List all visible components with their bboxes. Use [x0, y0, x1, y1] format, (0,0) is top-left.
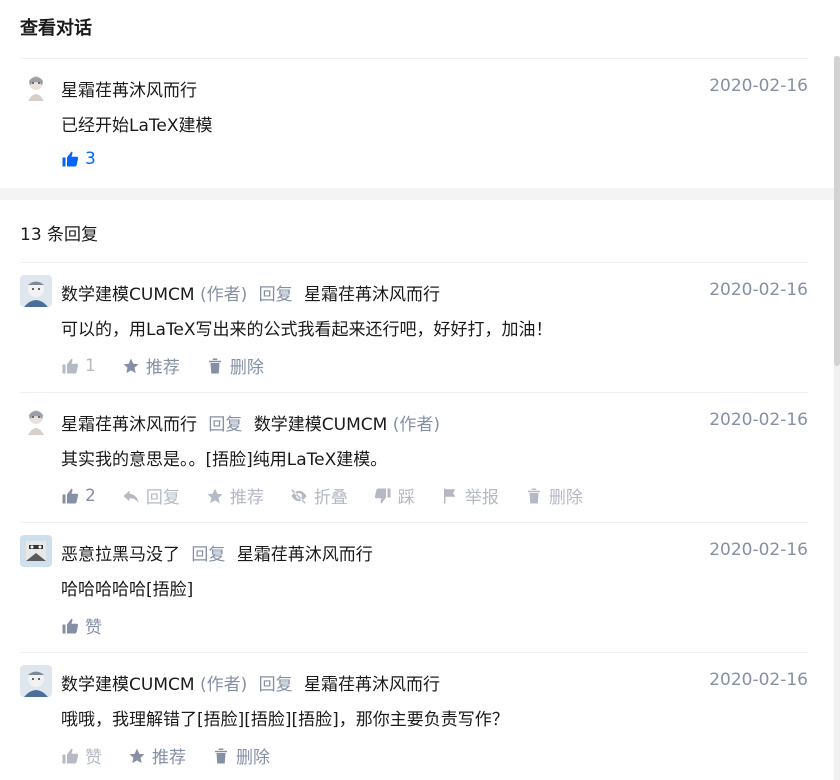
- collapse-button[interactable]: 折叠: [290, 483, 348, 508]
- recommend-label: 推荐: [152, 748, 186, 768]
- reply-arrow-icon: [123, 490, 139, 503]
- flag-icon: [443, 488, 456, 503]
- comment-content: 其实我的意思是。。[捂脸]纯用LaTeX建模。: [61, 450, 388, 470]
- delete-button[interactable]: 删除: [206, 353, 264, 378]
- report-button[interactable]: 举报: [441, 483, 499, 508]
- reply-item: 数学建模CUMCM (作者) 回复 星霜荏苒沐风而行 2020-02-16 哦哦…: [20, 652, 808, 780]
- comment-date: 2020-02-16: [709, 670, 808, 690]
- reply-label: 回复: [145, 488, 180, 508]
- star-icon: [207, 488, 223, 503]
- author-name[interactable]: 星霜荏苒沐风而行: [61, 81, 197, 101]
- recommend-label: 推荐: [229, 488, 264, 508]
- dislike-button[interactable]: 踩: [374, 483, 415, 508]
- star-icon: [129, 748, 145, 763]
- reply-target-name[interactable]: 星霜荏苒沐风而行: [304, 285, 440, 305]
- delete-label: 删除: [236, 748, 270, 768]
- author-tag: (作者): [199, 285, 248, 305]
- comment-date: 2020-02-16: [709, 76, 808, 96]
- author-name[interactable]: 数学建模CUMCM: [61, 285, 195, 305]
- delete-label: 删除: [229, 358, 264, 378]
- reply-target-name[interactable]: 数学建模CUMCM: [254, 415, 388, 435]
- eye-off-icon: [291, 488, 307, 504]
- thumbs-up-icon: [62, 618, 79, 633]
- reply-target-name[interactable]: 星霜荏苒沐风而行: [304, 675, 440, 695]
- like-count: 3: [85, 149, 96, 169]
- like-label: 赞: [85, 748, 102, 768]
- author-name[interactable]: 星霜荏苒沐风而行: [61, 415, 197, 435]
- replies-count-title: 13 条回复: [20, 225, 99, 245]
- author-tag: (作者): [392, 415, 441, 435]
- reply-to-label: 回复: [258, 675, 293, 695]
- reply-to-label: 回复: [258, 285, 293, 305]
- like-button[interactable]: 赞: [61, 613, 102, 638]
- delete-label: 删除: [548, 488, 583, 508]
- recommend-button[interactable]: 推荐: [206, 483, 264, 508]
- reply-to-label: 回复: [208, 415, 243, 435]
- reply-target-name[interactable]: 星霜荏苒沐风而行: [237, 545, 373, 565]
- scrollbar-thumb[interactable]: [834, 56, 840, 366]
- like-label: 赞: [85, 618, 102, 638]
- thumbs-up-icon: [62, 488, 79, 503]
- comment-date: 2020-02-16: [709, 540, 808, 560]
- avatar[interactable]: [20, 71, 52, 103]
- reply-item: 星霜荏苒沐风而行 回复 数学建模CUMCM (作者) 2020-02-16 其实…: [20, 392, 808, 522]
- page-title: 查看对话: [20, 18, 92, 39]
- delete-button[interactable]: 删除: [212, 743, 270, 768]
- like-count: 1: [85, 355, 96, 376]
- thumbs-up-icon: [62, 358, 79, 373]
- recommend-button[interactable]: 推荐: [128, 743, 186, 768]
- reply-item: 恶意拉黑马没了 回复 星霜荏苒沐风而行 2020-02-16 哈哈哈哈哈[捂脸]…: [20, 522, 808, 652]
- avatar[interactable]: [20, 535, 52, 567]
- recommend-button[interactable]: 推荐: [122, 353, 180, 378]
- avatar[interactable]: [20, 405, 52, 437]
- comment-date: 2020-02-16: [709, 410, 808, 430]
- reply-button[interactable]: 回复: [122, 483, 180, 508]
- author-name[interactable]: 数学建模CUMCM: [61, 675, 195, 695]
- comment-content: 哦哦，我理解错了[捂脸][捂脸][捂脸]，那你主要负责写作？: [61, 710, 509, 730]
- delete-button[interactable]: 删除: [525, 483, 583, 508]
- like-button[interactable]: 3: [61, 149, 96, 169]
- trash-icon: [208, 358, 221, 373]
- like-count: 2: [85, 485, 96, 506]
- avatar[interactable]: [20, 275, 52, 307]
- author-name[interactable]: 恶意拉黑马没了: [61, 545, 180, 565]
- comment-content: 可以的，用LaTeX写出来的公式我看起来还行吧，好好打，加油！: [61, 320, 553, 340]
- reply-item: 数学建模CUMCM (作者) 回复 星霜荏苒沐风而行 2020-02-16 可以…: [20, 262, 808, 392]
- trash-icon: [215, 748, 227, 763]
- star-icon: [123, 358, 139, 373]
- author-tag: (作者): [199, 675, 248, 695]
- dislike-label: 踩: [397, 488, 415, 508]
- comment-content: 已经开始LaTeX建模: [61, 116, 213, 136]
- avatar[interactable]: [20, 665, 52, 697]
- main-comment: 星霜荏苒沐风而行 2020-02-16 已经开始LaTeX建模 3: [20, 58, 808, 188]
- like-button[interactable]: 赞: [61, 743, 102, 768]
- like-button[interactable]: 2: [61, 486, 96, 506]
- collapse-label: 折叠: [313, 488, 348, 508]
- thumbs-up-icon: [62, 748, 79, 763]
- recommend-label: 推荐: [145, 358, 180, 378]
- thumbs-down-icon: [374, 488, 391, 503]
- section-divider: [0, 188, 840, 200]
- comment-content: 哈哈哈哈哈[捂脸]: [61, 580, 194, 600]
- reply-to-label: 回复: [191, 545, 226, 565]
- trash-icon: [527, 488, 540, 503]
- report-label: 举报: [464, 488, 499, 508]
- like-button[interactable]: 1: [61, 356, 96, 376]
- comment-date: 2020-02-16: [709, 280, 808, 300]
- thumbs-up-icon: [62, 151, 79, 167]
